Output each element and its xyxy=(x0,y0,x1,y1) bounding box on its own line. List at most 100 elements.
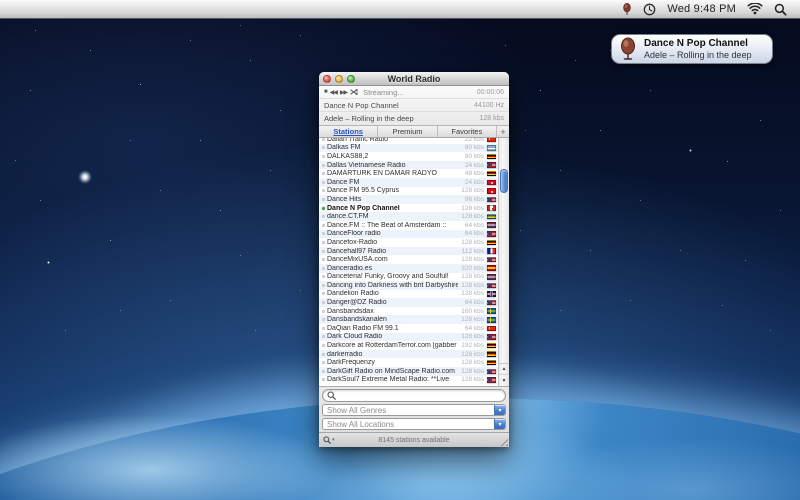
station-bullet-icon xyxy=(322,198,325,201)
genre-dropdown-icon[interactable]: ▾ xyxy=(494,405,505,415)
station-name: Danceradio.es xyxy=(327,265,458,272)
search-scope-button[interactable]: ▾ xyxy=(323,436,335,444)
station-row[interactable]: DarkFrequenzy128 kbs xyxy=(319,358,498,367)
station-name: Dancefox-Radio xyxy=(327,239,458,246)
station-bitrate: 64 kbs xyxy=(465,299,484,306)
shuffle-icon[interactable] xyxy=(350,89,358,95)
add-station-button[interactable]: + xyxy=(497,126,509,137)
flag-icon-usa xyxy=(487,369,496,375)
station-row[interactable]: Dancefox-Radio128 kbs xyxy=(319,238,498,247)
station-name: DAMARTURK EN DAMAR RADYO xyxy=(327,170,462,177)
station-row[interactable]: Dalian Traffic Radio22 kbs xyxy=(319,138,498,144)
minimize-button[interactable] xyxy=(335,75,343,83)
genre-select[interactable]: Show All Genres ▾ xyxy=(322,404,506,416)
station-row[interactable]: Dansbandskanalen128 kbs xyxy=(319,315,498,324)
flag-icon-sweden xyxy=(487,308,496,314)
scrollbar-thumb[interactable] xyxy=(500,169,508,193)
station-row[interactable]: DarkSoul7 Extreme Metal Radio: **Live128… xyxy=(319,376,498,385)
station-bullet-icon xyxy=(322,361,325,364)
station-list: Dalian Traffic Radio22 kbsDalkas FM80 kb… xyxy=(319,138,498,384)
scroll-up-button[interactable]: ▲ xyxy=(499,364,509,375)
station-bullet-icon xyxy=(322,335,325,338)
station-row[interactable]: Danceteria! Funky, Groovy and Soulful!12… xyxy=(319,273,498,282)
flag-icon-germany xyxy=(487,360,496,366)
station-row[interactable]: Dance N Pop Channel128 kbs xyxy=(319,204,498,213)
spotlight-icon[interactable] xyxy=(774,3,787,16)
notification-title: Dance N Pop Channel xyxy=(644,38,752,50)
station-row[interactable]: Dallas Vietnamese Radio24 kbs xyxy=(319,161,498,170)
station-name: Dandelion Radio xyxy=(327,290,458,297)
tab-premium[interactable]: Premium xyxy=(378,126,437,137)
scroll-down-button[interactable]: ▼ xyxy=(499,375,509,386)
station-row[interactable]: Dancing into Darkness with brit Darbyshi… xyxy=(319,281,498,290)
station-row[interactable]: Dalkas FM80 kbs xyxy=(319,144,498,153)
search-input[interactable] xyxy=(339,391,501,401)
station-row[interactable]: Dansbandsdax160 kbs xyxy=(319,307,498,316)
station-bitrate: 64 kbs xyxy=(465,222,484,229)
station-name: Dancehall97 Radio xyxy=(327,248,459,255)
wifi-icon[interactable] xyxy=(747,3,763,15)
station-row[interactable]: Dance FM24 kbs xyxy=(319,178,498,187)
station-bullet-icon xyxy=(322,164,325,167)
forward-icon[interactable]: ▶▶ xyxy=(340,89,347,96)
station-row[interactable]: Dark Cloud Radio128 kbs xyxy=(319,333,498,342)
channel-row: Dance N Pop Channel 44100 Hz xyxy=(319,99,509,112)
close-button[interactable] xyxy=(323,75,331,83)
flag-icon-greece xyxy=(487,145,496,151)
station-row[interactable]: dance.CT.FM128 kbs xyxy=(319,212,498,221)
station-row[interactable]: Dandelion Radio128 kbs xyxy=(319,290,498,299)
current-channel: Dance N Pop Channel xyxy=(324,101,399,110)
search-field[interactable] xyxy=(322,389,506,402)
playing-indicator-icon xyxy=(322,207,325,210)
tab-favorites[interactable]: Favorites xyxy=(438,126,497,137)
station-row[interactable]: DanceFloor radio64 kbs xyxy=(319,230,498,239)
station-row[interactable]: Dance Hits96 kbs xyxy=(319,195,498,204)
station-row[interactable]: Darkcore at RotterdamTerror.com [gabber1… xyxy=(319,341,498,350)
stop-icon[interactable]: ■ xyxy=(324,89,327,95)
station-row[interactable]: DanceMixUSA.com128 kbs xyxy=(319,255,498,264)
station-bullet-icon xyxy=(322,275,325,278)
elapsed-time: 00:00:06 xyxy=(477,89,504,96)
station-bullet-icon xyxy=(322,318,325,321)
radio-app-menu-icon[interactable] xyxy=(622,3,632,16)
station-name: Danger@DZ Radio xyxy=(327,299,462,306)
desktop: Wed 9:48 PM xyxy=(0,0,800,500)
zoom-button[interactable] xyxy=(347,75,355,83)
station-row[interactable]: Dancehall97 Radio112 kbs xyxy=(319,247,498,256)
notification-popup[interactable]: Dance N Pop Channel Adele – Rolling in t… xyxy=(611,34,773,64)
location-select-value: Show All Locations xyxy=(323,420,494,429)
title-bar[interactable]: World Radio xyxy=(319,72,509,86)
station-bitrate: 128 kbs xyxy=(461,205,484,212)
station-row[interactable]: Dance.FM :: The Beat of Amsterdam ::64 k… xyxy=(319,221,498,230)
scope-chevron-icon: ▾ xyxy=(332,437,335,443)
clock-icon[interactable] xyxy=(643,3,656,16)
station-row[interactable]: DarkGift Radio on MindScape Radio.com128… xyxy=(319,367,498,376)
menu-clock[interactable]: Wed 9:48 PM xyxy=(667,3,736,15)
flag-icon-sweden xyxy=(487,317,496,323)
station-row[interactable]: Danger@DZ Radio64 kbs xyxy=(319,298,498,307)
station-row[interactable]: DaQian Radio FM 99.164 kbs xyxy=(319,324,498,333)
tab-stations[interactable]: Stations xyxy=(319,126,378,137)
flag-icon-china xyxy=(487,138,496,142)
station-row[interactable]: Danceradio.es320 kbs xyxy=(319,264,498,273)
scrollbar[interactable]: ▲ ▼ xyxy=(498,138,509,386)
flag-icon-germany xyxy=(487,351,496,357)
transport-row: ■ ◀◀ ▶▶ Streaming... 00:00:06 xyxy=(319,86,509,99)
rewind-icon[interactable]: ◀◀ xyxy=(330,89,337,96)
station-bullet-icon xyxy=(322,232,325,235)
flag-icon-china xyxy=(487,326,496,332)
station-row[interactable]: darkerradio128 kbs xyxy=(319,350,498,359)
station-row[interactable]: Dance FM 95.5 Cyprus128 kbs xyxy=(319,187,498,196)
station-name: DarkFrequenzy xyxy=(327,359,458,366)
station-bullet-icon xyxy=(322,267,325,270)
station-row[interactable]: DAMARTURK EN DAMAR RADYO48 kbs xyxy=(319,169,498,178)
location-dropdown-icon[interactable]: ▾ xyxy=(494,419,505,429)
station-row[interactable]: DALKAS88,280 kbs xyxy=(319,152,498,161)
station-bitrate: 128 kbs xyxy=(461,213,484,220)
location-select[interactable]: Show All Locations ▾ xyxy=(322,418,506,430)
station-bullet-icon xyxy=(322,155,325,158)
station-bitrate: 160 kbs xyxy=(461,308,484,315)
station-name: Dark Cloud Radio xyxy=(327,333,458,340)
station-name: Dance FM xyxy=(327,179,462,186)
station-name: Dancing into Darkness with brit Darbyshi… xyxy=(327,282,458,289)
